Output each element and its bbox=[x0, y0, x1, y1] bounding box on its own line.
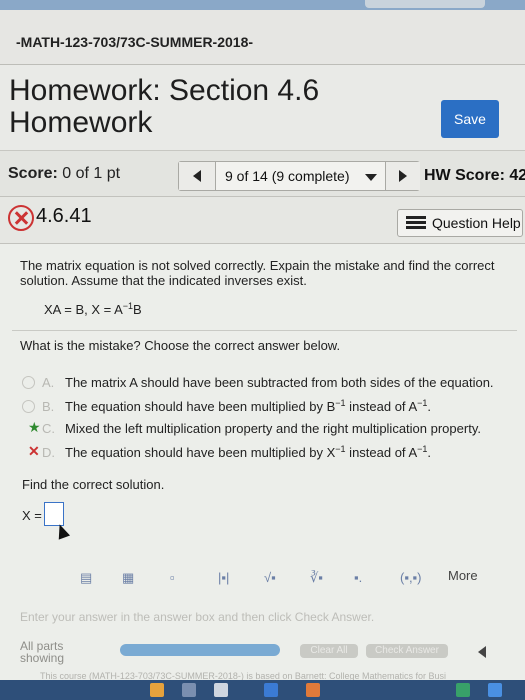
option-b-text-a: The equation should have been multiplied… bbox=[65, 399, 336, 414]
taskbar bbox=[0, 680, 525, 700]
incorrect-icon bbox=[8, 205, 34, 231]
question-position-dropdown[interactable]: 9 of 14 (9 complete) bbox=[225, 168, 350, 184]
equation-main: XA = B, X = A bbox=[44, 302, 123, 317]
option-b-exponent-b: −1 bbox=[417, 398, 428, 408]
option-d-letter: D. bbox=[42, 445, 55, 460]
option-c-letter: C. bbox=[42, 421, 55, 436]
ordered-pair-icon[interactable]: (▪,▪) bbox=[400, 570, 422, 585]
score-display: Score: 0 of 1 pt bbox=[8, 165, 120, 183]
divider bbox=[12, 330, 517, 331]
nth-root-icon[interactable]: ∛▪ bbox=[310, 570, 323, 586]
absolute-value-icon[interactable]: |▪| bbox=[218, 570, 229, 585]
square-root-icon[interactable]: √▪ bbox=[264, 570, 276, 585]
chevron-down-icon[interactable] bbox=[365, 174, 377, 181]
homework-header: Homework: Section 4.6 Homework Save bbox=[0, 65, 525, 151]
excel-icon[interactable] bbox=[456, 683, 470, 697]
find-solution-label: Find the correct solution. bbox=[22, 477, 165, 492]
question-instruction: What is the mistake? Choose the correct … bbox=[20, 338, 341, 353]
clear-all-button[interactable]: Clear All bbox=[300, 644, 358, 658]
mixed-number-icon[interactable]: ▦ bbox=[122, 570, 134, 586]
question-prompt: The matrix equation is not solved correc… bbox=[20, 258, 495, 288]
question-id-bar: 4.6.41 Question Help bbox=[0, 197, 525, 244]
all-parts-line-2: showing bbox=[20, 651, 65, 665]
option-b-exponent-a: −1 bbox=[335, 398, 346, 408]
option-d-text-a: The equation should have been multiplied… bbox=[65, 445, 336, 460]
browser-tab[interactable] bbox=[365, 0, 485, 8]
media-icon[interactable] bbox=[306, 683, 320, 697]
next-question-button[interactable] bbox=[385, 162, 420, 190]
browser-top-strip bbox=[0, 0, 525, 10]
homework-title: Homework: Section 4.6 Homework bbox=[9, 74, 320, 139]
radio-b[interactable] bbox=[22, 400, 35, 413]
course-bar: -MATH-123-703/73C-SUMMER-2018- bbox=[0, 10, 525, 65]
save-button[interactable]: Save bbox=[441, 100, 499, 138]
file-explorer-icon[interactable] bbox=[150, 683, 164, 697]
score-value: 0 of 1 pt bbox=[62, 165, 121, 182]
wrong-mark-icon: ✕ bbox=[28, 443, 40, 459]
equation-tail: B bbox=[133, 302, 142, 317]
exponent-icon[interactable]: ▫ bbox=[170, 570, 175, 585]
all-parts-showing: All parts showing bbox=[20, 640, 64, 664]
option-b-letter: B. bbox=[42, 399, 55, 414]
score-bar: Score: 0 of 1 pt 9 of 14 (9 complete) HW… bbox=[0, 151, 525, 197]
option-b-text-c: . bbox=[427, 399, 432, 414]
store-icon[interactable] bbox=[488, 683, 502, 697]
math-toolbar: ▤ ▦ ▫ |▪| √▪ ∛▪ ▪. (▪,▪) More bbox=[60, 564, 500, 594]
answer-instruction: Enter your answer in the answer box and … bbox=[20, 610, 375, 624]
check-answer-button[interactable]: Check Answer bbox=[366, 644, 448, 658]
question-id: 4.6.41 bbox=[36, 205, 92, 227]
option-d-text: The equation should have been multiplied… bbox=[65, 444, 432, 460]
option-c-text: Mixed the left multiplication property a… bbox=[65, 421, 481, 436]
previous-question-button[interactable] bbox=[179, 162, 216, 190]
app-icon[interactable] bbox=[214, 683, 228, 697]
decimal-icon[interactable]: ▪. bbox=[354, 570, 362, 585]
option-d-exponent-b: −1 bbox=[417, 444, 428, 454]
star-icon: ★ bbox=[28, 419, 41, 435]
progress-bar bbox=[120, 644, 280, 656]
answer-input[interactable] bbox=[44, 502, 64, 526]
radio-a[interactable] bbox=[22, 376, 35, 389]
option-a-letter: A. bbox=[42, 375, 55, 390]
option-d-text-b: instead of A bbox=[345, 445, 418, 460]
tablet-icon[interactable] bbox=[182, 683, 196, 697]
option-b-text-b: instead of A bbox=[345, 399, 418, 414]
previous-arrow-button[interactable] bbox=[472, 642, 492, 660]
option-a-text: The matrix A should have been subtracted… bbox=[65, 375, 494, 390]
option-b-text: The equation should have been multiplied… bbox=[65, 398, 432, 414]
list-icon bbox=[406, 216, 426, 230]
mouse-cursor-icon bbox=[53, 522, 71, 540]
option-d-text-c: . bbox=[427, 445, 432, 460]
question-help-label: Question Help bbox=[432, 215, 521, 231]
course-title: -MATH-123-703/73C-SUMMER-2018- bbox=[16, 34, 254, 50]
more-button[interactable]: More bbox=[448, 568, 478, 583]
hw-score: HW Score: 42 bbox=[424, 167, 525, 184]
question-navigator: 9 of 14 (9 complete) bbox=[178, 161, 420, 191]
question-help-button[interactable]: Question Help bbox=[397, 209, 523, 237]
option-d-exponent-a: −1 bbox=[335, 444, 346, 454]
browser-icon[interactable] bbox=[264, 683, 278, 697]
equation-exponent: −1 bbox=[122, 301, 134, 311]
fraction-icon[interactable]: ▤ bbox=[80, 570, 92, 586]
score-label: Score: bbox=[8, 165, 58, 182]
matrix-equation: XA = B, X = A−1B bbox=[44, 301, 142, 317]
question-content: The matrix equation is not solved correc… bbox=[0, 244, 525, 700]
answer-label: X = bbox=[22, 508, 42, 523]
